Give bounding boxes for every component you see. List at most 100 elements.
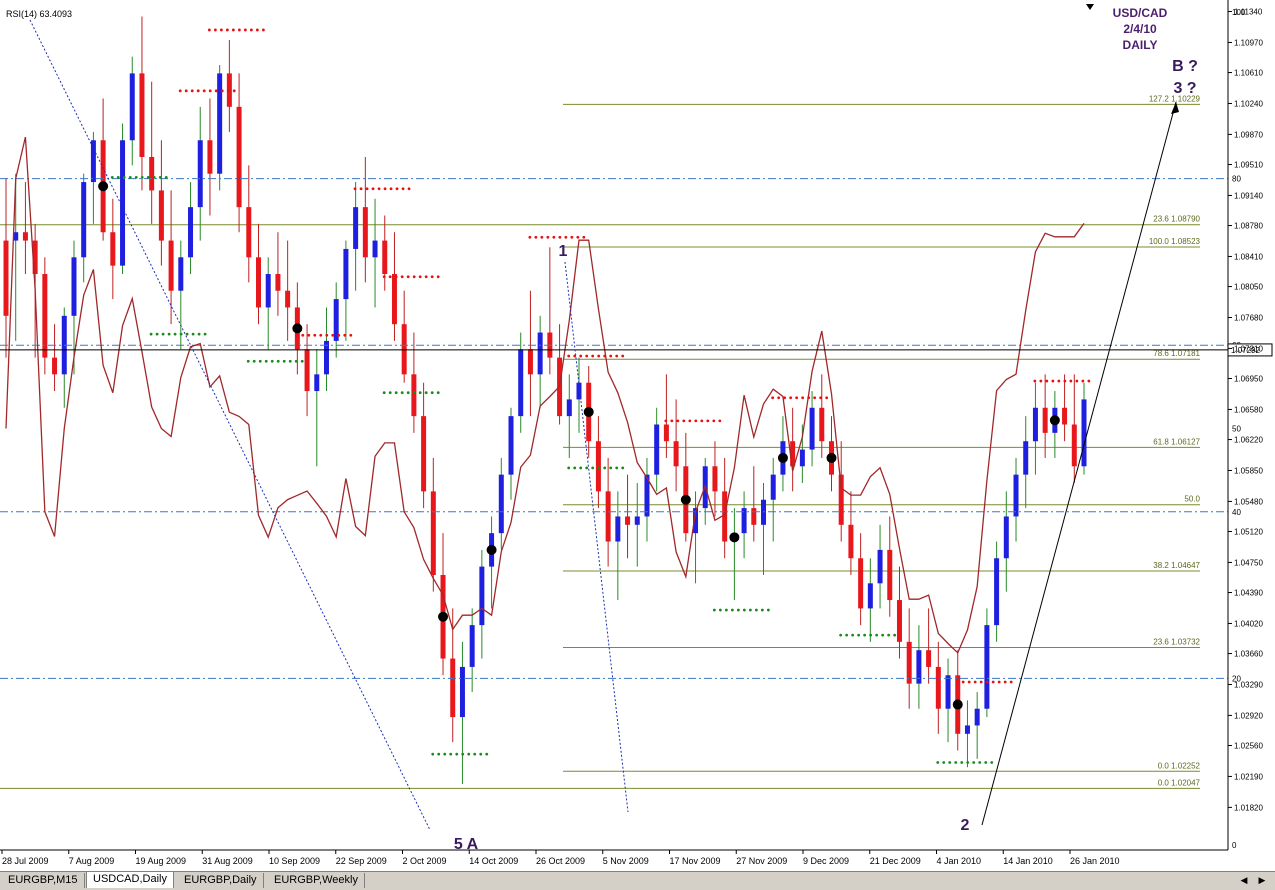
fractal-dot bbox=[219, 28, 223, 32]
candle-body bbox=[1062, 407, 1068, 425]
tab-eurgbp-daily[interactable]: EURGBP,Daily bbox=[178, 873, 264, 888]
fractal-dot bbox=[1087, 379, 1091, 383]
fractal-dot bbox=[979, 680, 983, 684]
price-tick-label: 1.03660 bbox=[1234, 650, 1263, 659]
fractal-dot bbox=[197, 332, 201, 336]
candle-body bbox=[848, 524, 854, 559]
price-tick-label: 1.07310 bbox=[1234, 344, 1263, 353]
candle-body bbox=[615, 516, 621, 542]
fractal-dot bbox=[134, 175, 138, 179]
tab-usdcad-daily[interactable]: USDCAD,Daily bbox=[86, 872, 174, 888]
fractal-dot bbox=[155, 332, 159, 336]
candle-body bbox=[217, 73, 223, 174]
rsi-level-label: 0 bbox=[1232, 841, 1237, 850]
fractal-dot bbox=[960, 761, 964, 764]
fractal-dot bbox=[789, 396, 793, 400]
candle-body bbox=[819, 407, 825, 442]
indicator-label: RSI(14) 63.4093 bbox=[6, 9, 72, 19]
scroll-left-icon[interactable]: ◀ bbox=[1238, 874, 1250, 886]
date-tick-label: 2 Oct 2009 bbox=[403, 856, 447, 866]
candle-body bbox=[285, 290, 291, 308]
fractal-dot bbox=[319, 333, 323, 337]
fractal-dot bbox=[621, 354, 625, 358]
fib-level-label: 0.0 1.02047 bbox=[1158, 778, 1201, 787]
pivot-marker bbox=[777, 452, 788, 463]
candle-body bbox=[518, 349, 524, 417]
price-tick-label: 1.07680 bbox=[1234, 313, 1263, 322]
candle-body bbox=[149, 156, 155, 191]
fractal-dot bbox=[243, 28, 247, 32]
candle-body bbox=[1013, 474, 1019, 517]
candle-body bbox=[158, 190, 164, 241]
fractal-dot bbox=[825, 396, 829, 400]
fractal-dot bbox=[573, 466, 577, 470]
fractal-dot bbox=[664, 419, 668, 423]
candle-body bbox=[1071, 424, 1077, 467]
fractal-dot bbox=[730, 608, 734, 612]
fractal-dot bbox=[389, 187, 393, 191]
fractal-dot bbox=[954, 761, 958, 764]
price-tick-label: 1.05480 bbox=[1234, 497, 1263, 506]
fractal-dot bbox=[966, 761, 970, 764]
candle-body bbox=[566, 399, 572, 417]
price-tick-label: 1.09510 bbox=[1234, 161, 1263, 170]
fractal-dot bbox=[430, 275, 434, 279]
price-tick-label: 1.04390 bbox=[1234, 589, 1263, 598]
fractal-dot bbox=[394, 391, 398, 395]
fractal-dot bbox=[191, 332, 195, 336]
fractal-dot bbox=[430, 391, 434, 395]
tab-eurgbp-weekly[interactable]: EURGBP,Weekly bbox=[268, 873, 365, 888]
fractal-dot bbox=[540, 235, 544, 239]
fractal-dot bbox=[1069, 379, 1073, 383]
candle-body bbox=[527, 349, 533, 375]
fractal-dot bbox=[264, 359, 268, 363]
fractal-dot bbox=[276, 359, 280, 363]
date-tick-label: 7 Aug 2009 bbox=[69, 856, 115, 866]
candle-body bbox=[498, 474, 504, 534]
fractal-dot bbox=[948, 761, 952, 764]
fractal-dot bbox=[178, 89, 182, 93]
wave-label-3: 3 ? bbox=[1173, 80, 1196, 97]
fib-level-label: 0.0 1.02252 bbox=[1158, 761, 1201, 770]
fractal-dot bbox=[485, 752, 489, 756]
candle-body bbox=[887, 549, 893, 601]
price-tick-label: 1.06220 bbox=[1234, 436, 1263, 445]
candle-body bbox=[663, 424, 669, 442]
fractal-dot bbox=[845, 633, 849, 637]
fractal-dot bbox=[231, 28, 235, 32]
candle-body bbox=[362, 207, 368, 258]
fractal-dot bbox=[706, 419, 710, 423]
price-tick-label: 1.01820 bbox=[1234, 803, 1263, 812]
fractal-dot bbox=[718, 608, 722, 612]
fractal-dot bbox=[382, 275, 386, 279]
fractal-dot bbox=[961, 680, 965, 684]
fib-level-label: 38.2 1.04647 bbox=[1153, 561, 1200, 570]
fractal-dot bbox=[682, 419, 686, 423]
fractal-dot bbox=[394, 275, 398, 279]
candle-body bbox=[421, 416, 427, 492]
fractal-dot bbox=[1039, 379, 1043, 383]
fractal-dot bbox=[857, 633, 861, 637]
fractal-dot bbox=[579, 354, 583, 358]
candle-body bbox=[353, 207, 359, 249]
candle-body bbox=[188, 207, 194, 258]
scroll-right-icon[interactable]: ▶ bbox=[1256, 874, 1268, 886]
fractal-dot bbox=[742, 608, 746, 612]
fractal-dot bbox=[967, 680, 971, 684]
candle-body bbox=[81, 182, 87, 258]
candle-body bbox=[401, 324, 407, 375]
date-tick-label: 22 Sep 2009 bbox=[336, 856, 387, 866]
fractal-dot bbox=[400, 391, 404, 395]
date-tick-label: 28 Jul 2009 bbox=[2, 856, 49, 866]
fractal-dot bbox=[736, 608, 740, 612]
rsi-level-label: 50 bbox=[1232, 425, 1241, 434]
candle-body bbox=[974, 708, 980, 726]
fractal-dot bbox=[783, 396, 787, 400]
fractal-dot bbox=[955, 680, 959, 684]
fractal-dot bbox=[1033, 379, 1037, 383]
price-tick-label: 1.03290 bbox=[1234, 680, 1263, 689]
fractal-dot bbox=[406, 391, 410, 395]
tab-eurgbp-m15[interactable]: EURGBP,M15 bbox=[2, 873, 85, 888]
fib-level-label: 50.0 bbox=[1184, 495, 1200, 504]
fractal-dot bbox=[196, 89, 200, 93]
